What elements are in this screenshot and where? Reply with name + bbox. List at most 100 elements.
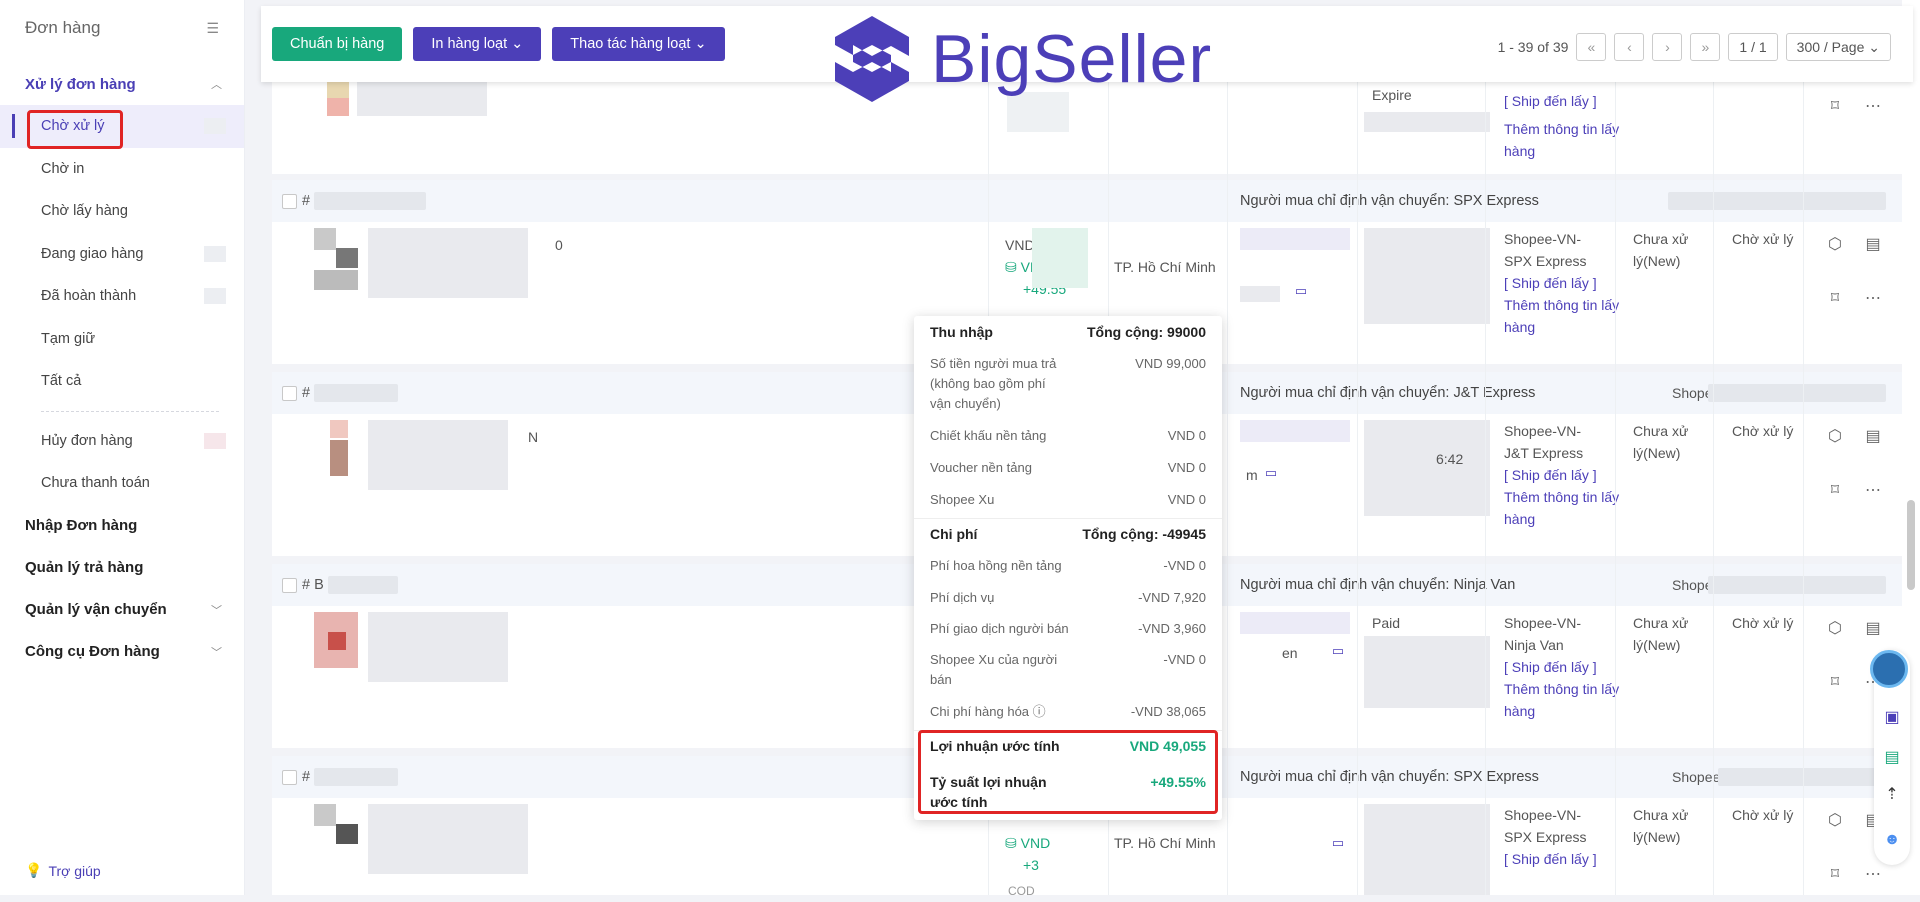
ship-pickup-link[interactable]: [ Ship đến lấy ] bbox=[1504, 464, 1597, 486]
logistics-channel: Shopee-VN-SPX Express bbox=[1504, 807, 1587, 845]
chat-icon[interactable]: ▭ bbox=[1292, 282, 1310, 300]
assistant-icon[interactable]: ☻ bbox=[1882, 830, 1902, 850]
page-indicator[interactable]: 1 / 1 bbox=[1728, 33, 1778, 61]
prepare-goods-button[interactable]: Chuẩn bị hàng bbox=[272, 27, 403, 61]
platform-discount-value: VND 0 bbox=[1167, 428, 1206, 443]
service-fee-label: Phí dịch vụ bbox=[930, 590, 995, 605]
order-checkbox[interactable] bbox=[282, 577, 297, 593]
support-avatar[interactable] bbox=[1870, 650, 1908, 688]
count-badge bbox=[204, 432, 226, 449]
first-page-button[interactable]: « bbox=[1576, 33, 1607, 61]
tag-icon[interactable]: ⌑ bbox=[1826, 290, 1844, 308]
package-icon[interactable]: ⬡ bbox=[1826, 620, 1844, 638]
sidebar-item-on-hold[interactable]: Tạm giữ bbox=[0, 318, 244, 361]
prev-page-button[interactable]: ‹ bbox=[1614, 33, 1645, 61]
chat-icon[interactable]: ▭ bbox=[1262, 464, 1280, 482]
document-icon[interactable]: ▤ bbox=[1864, 236, 1882, 254]
logistics-channel: Shopee-VN-SPX Express bbox=[1504, 231, 1587, 269]
order-number: # bbox=[302, 385, 311, 401]
help-label: Trợ giúp bbox=[48, 862, 101, 879]
transaction-fee-label: Phí giao dịch người bán bbox=[930, 621, 1069, 636]
city-label: TP. Hồ Chí Minh bbox=[1114, 835, 1216, 851]
bulk-action-button[interactable]: Thao tác hàng loạt ⌄ bbox=[552, 27, 725, 61]
order-status: Chưa xử lý(New) bbox=[1633, 615, 1689, 653]
profit-margin: +3 bbox=[1023, 857, 1039, 873]
sidebar-item-all[interactable]: Tất cả bbox=[0, 360, 244, 403]
processing-stage: Chờ xử lý bbox=[1732, 807, 1794, 823]
info-icon[interactable]: ⓘ bbox=[1033, 704, 1046, 719]
more-pickup-info-link[interactable]: Thêm thông tin lấy hàng bbox=[1504, 294, 1624, 338]
commission-label: Phí hoa hồng nền tảng bbox=[930, 558, 1062, 573]
more-icon[interactable]: ⋯ bbox=[1864, 290, 1882, 308]
ship-pickup-link[interactable]: [ Ship đến lấy ] bbox=[1504, 272, 1597, 294]
profit-breakdown-popover: Thu nhập Tổng cộng: 99000 Số tiền người m… bbox=[914, 316, 1222, 820]
sidebar-item-to-print[interactable]: Chờ in bbox=[0, 148, 244, 191]
tag-icon[interactable]: ⌑ bbox=[1826, 482, 1844, 500]
more-pickup-info-link[interactable]: Thêm thông tin lấy hàng bbox=[1504, 678, 1624, 722]
order-checkbox[interactable] bbox=[282, 385, 297, 401]
sidebar-item-completed[interactable]: Đã hoàn thành bbox=[0, 275, 244, 318]
buyer-carrier: Người mua chỉ định vận chuyển: J&T Expre… bbox=[1240, 385, 1536, 401]
more-pickup-info-link[interactable]: Thêm thông tin lấy hàng bbox=[1504, 486, 1624, 530]
message-icon[interactable]: ▣ bbox=[1882, 708, 1902, 728]
chat-icon[interactable]: ▭ bbox=[1329, 642, 1347, 660]
tag-icon[interactable]: ⌑ bbox=[1826, 674, 1844, 692]
sidebar-group-shipping-mgmt[interactable]: Quản lý vận chuyển ﹀ bbox=[0, 589, 244, 631]
package-icon[interactable]: ⬡ bbox=[1826, 236, 1844, 254]
document-icon[interactable]: ▤ bbox=[1864, 620, 1882, 638]
sidebar-group-order-processing[interactable]: Xử lý đơn hàng ︿ bbox=[0, 63, 244, 105]
sidebar-group-label: Quản lý trả hàng bbox=[25, 559, 144, 576]
income-amount[interactable]: ⛁ VND bbox=[1005, 832, 1050, 854]
sidebar-group-import[interactable]: Nhập Đơn hàng bbox=[0, 505, 244, 547]
highlight-box bbox=[918, 730, 1218, 814]
order-checkbox[interactable] bbox=[282, 193, 297, 209]
more-icon[interactable]: ⋯ bbox=[1864, 98, 1882, 116]
per-page-select[interactable]: 300 / Page ⌄ bbox=[1785, 33, 1891, 61]
collapse-menu-icon[interactable]: ☰ bbox=[206, 20, 219, 37]
scrollbar-thumb[interactable] bbox=[1907, 500, 1915, 590]
order-status: Chưa xử lý(New) bbox=[1633, 807, 1689, 845]
cod-label: COD bbox=[1008, 884, 1035, 898]
notes-icon[interactable]: ▤ bbox=[1882, 748, 1902, 768]
chevron-down-icon: ﹀ bbox=[211, 604, 222, 617]
tag-icon[interactable]: ⌑ bbox=[1826, 98, 1844, 116]
goods-cost-label: Chi phí hàng hóa ⓘ bbox=[930, 702, 1070, 722]
ship-pickup-link[interactable]: [ Ship đến lấy ] bbox=[1504, 848, 1597, 870]
more-icon[interactable]: ⋯ bbox=[1864, 482, 1882, 500]
buyer-carrier: Người mua chỉ định vận chuyển: SPX Expre… bbox=[1240, 769, 1539, 785]
order-number: # bbox=[302, 769, 311, 785]
more-icon[interactable]: ⋯ bbox=[1864, 866, 1882, 884]
bulk-print-button[interactable]: In hàng loạt ⌄ bbox=[413, 27, 542, 61]
last-page-button[interactable]: » bbox=[1690, 33, 1721, 61]
ship-pickup-link[interactable]: [ Ship đến lấy ] bbox=[1504, 656, 1597, 678]
tag-icon[interactable]: ⌑ bbox=[1826, 866, 1844, 884]
platform-discount-label: Chiết khấu nền tảng bbox=[930, 428, 1047, 443]
sidebar-title: Đơn hàng bbox=[25, 18, 101, 37]
shopee-xu-label: Shopee Xu bbox=[930, 492, 995, 507]
bigseller-logo: BigSeller bbox=[831, 14, 1212, 104]
document-icon[interactable]: ▤ bbox=[1864, 428, 1882, 446]
logistics-channel: Shopee-VN-J&T Express bbox=[1504, 423, 1584, 461]
divider bbox=[41, 410, 219, 412]
package-icon[interactable]: ⬡ bbox=[1826, 428, 1844, 446]
next-page-button[interactable]: › bbox=[1652, 33, 1683, 61]
sidebar-group-returns[interactable]: Quản lý trả hàng bbox=[0, 547, 244, 589]
order-checkbox[interactable] bbox=[282, 769, 297, 785]
buyer-carrier: Người mua chỉ định vận chuyển: SPX Expre… bbox=[1240, 193, 1539, 209]
buyer-carrier: Người mua chỉ định vận chuyển: Ninja Van bbox=[1240, 577, 1516, 593]
ship-pickup-link[interactable]: [ Ship đến lấy ] bbox=[1504, 90, 1597, 112]
sidebar-item-cancelled[interactable]: Hủy đơn hàng bbox=[0, 420, 244, 463]
sidebar-group-order-tools[interactable]: Công cụ Đơn hàng ﹀ bbox=[0, 631, 244, 673]
order-status: Chưa xử lý(New) bbox=[1633, 423, 1689, 461]
more-pickup-info-link[interactable]: Thêm thông tin lấy hàng bbox=[1504, 118, 1624, 162]
commission-value: -VND 0 bbox=[1163, 558, 1206, 573]
sidebar-item-unpaid[interactable]: Chưa thanh toán bbox=[0, 462, 244, 505]
chat-icon[interactable]: ▭ bbox=[1329, 834, 1347, 852]
sidebar-item-shipping[interactable]: Đang giao hàng bbox=[0, 233, 244, 276]
back-to-top-icon[interactable]: ⇡ bbox=[1882, 785, 1902, 805]
processing-stage: Chờ xử lý bbox=[1732, 231, 1794, 247]
amount-currency: VND bbox=[1020, 835, 1051, 851]
help-link[interactable]: 💡 Trợ giúp bbox=[25, 862, 101, 879]
package-icon[interactable]: ⬡ bbox=[1826, 812, 1844, 830]
sidebar-item-to-pickup[interactable]: Chờ lấy hàng bbox=[0, 190, 244, 233]
